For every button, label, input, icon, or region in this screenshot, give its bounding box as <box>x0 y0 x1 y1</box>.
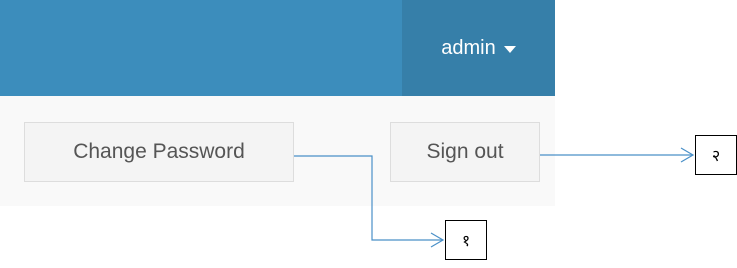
callout-2-arrowhead <box>680 147 695 163</box>
annotation-callout-1: १ <box>445 220 487 260</box>
username-label: admin <box>441 36 496 59</box>
user-dropdown-footer: Change Password Sign out <box>0 96 555 206</box>
callout-1-number: १ <box>461 231 471 250</box>
caret-down-icon <box>503 45 516 53</box>
sign-out-label: Sign out <box>426 140 504 163</box>
annotation-callout-2: २ <box>695 135 737 175</box>
callout-1-arrowhead <box>430 232 445 248</box>
callout-2-number: २ <box>711 146 721 165</box>
screenshot-stage: admin Change Password Sign out १ २ <box>0 0 737 268</box>
change-password-button[interactable]: Change Password <box>24 122 294 182</box>
change-password-label: Change Password <box>73 140 245 163</box>
user-menu-toggle[interactable]: admin <box>402 0 555 96</box>
sign-out-button[interactable]: Sign out <box>390 122 540 182</box>
